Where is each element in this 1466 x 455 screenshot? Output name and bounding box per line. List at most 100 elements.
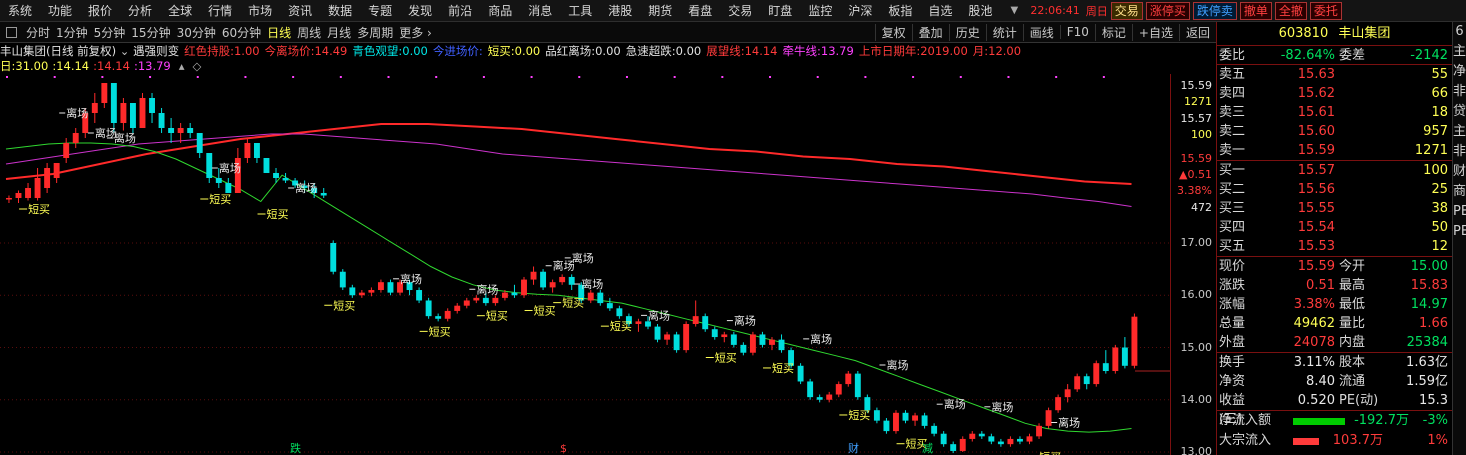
trade-button[interactable]: 涨停买	[1145, 1, 1190, 20]
candle-body	[1064, 389, 1071, 398]
menu-item[interactable]: 分析	[120, 0, 160, 22]
expand-diamond-icon[interactable]: ◇	[193, 59, 202, 73]
menu-item[interactable]: 自选	[920, 0, 960, 22]
period-tab[interactable]: 周线	[294, 24, 324, 41]
side-tab[interactable]: 财	[1453, 162, 1466, 182]
trade-button[interactable]: 跌停卖	[1192, 1, 1237, 20]
period-tab[interactable]: 5分钟	[91, 24, 129, 41]
signal-dot	[912, 76, 915, 78]
candle-body	[749, 334, 756, 353]
menu-item[interactable]: 看盘	[680, 0, 720, 22]
period-tab[interactable]: 分时	[23, 24, 53, 41]
menu-item[interactable]: 期货	[640, 0, 680, 22]
menu-item[interactable]: 股池	[960, 0, 1000, 22]
trade-button[interactable]: 交易	[1110, 1, 1143, 20]
toolbar-action[interactable]: 历史	[948, 23, 986, 41]
side-tab[interactable]: 商	[1453, 182, 1466, 202]
stat-label-2: 今开	[1339, 259, 1366, 274]
period-tab[interactable]: 多周期	[354, 24, 396, 41]
axis-top-bid: 15.57	[1180, 112, 1213, 125]
menu-item[interactable]: 前沿	[440, 0, 480, 22]
trade-button[interactable]: 撤单	[1239, 1, 1272, 20]
menu-item[interactable]: 报价	[80, 0, 120, 22]
indicator-line-1: 丰山集团(日线 前复权) ⌄ 遇强则变 红色持股:1.00 今离场价:14.49 青色…	[0, 44, 1170, 59]
menu-item[interactable]: 系统	[0, 0, 40, 22]
candle-body	[435, 316, 442, 319]
exit-marker-label: 离场	[734, 314, 756, 328]
candle-body	[110, 83, 117, 123]
candle-body	[1074, 376, 1081, 390]
menu-item[interactable]: 行情	[200, 0, 240, 22]
menu-item[interactable]: 发现	[400, 0, 440, 22]
candle-body	[196, 133, 203, 153]
weicha-value: -2142	[1410, 48, 1448, 63]
side-tab[interactable]: 主	[1453, 122, 1466, 142]
menu-item[interactable]: 板指	[880, 0, 920, 22]
menu-item[interactable]: 市场	[240, 0, 280, 22]
menu-item[interactable]: 港股	[600, 0, 640, 22]
menu-overflow-icon[interactable]: ▼	[1004, 5, 1024, 16]
axis-current-vol: 472	[1191, 201, 1212, 214]
candle-body	[44, 168, 51, 188]
toolbar-action[interactable]: 统计	[985, 23, 1023, 41]
period-tab[interactable]: 日线	[264, 24, 294, 41]
trade-button[interactable]: 委托	[1309, 1, 1342, 20]
period-tab[interactable]: 1分钟	[53, 24, 91, 41]
menu-item[interactable]: 全球	[160, 0, 200, 22]
dropdown-icon[interactable]: ⌄	[116, 44, 133, 58]
candle-body	[482, 297, 489, 304]
period-tab[interactable]: 更多 ›	[396, 24, 435, 41]
menu-item[interactable]: 盯盘	[760, 0, 800, 22]
toolbar-action[interactable]: F10	[1059, 25, 1095, 39]
stat-value: 0.520	[1297, 393, 1335, 408]
toolbar-action[interactable]: 复权	[874, 23, 912, 41]
axis-quote-stack: 15.59 1271 15.57 100 15.59 ▲0.51 3.38% 4…	[1171, 74, 1216, 219]
signal-label: 展望线:	[706, 44, 745, 58]
side-tab[interactable]: 6	[1453, 22, 1466, 42]
candle-body	[168, 128, 175, 133]
ask-label: 卖四	[1219, 86, 1246, 101]
menu-item[interactable]: 监控	[800, 0, 840, 22]
flow-label: 净流入额	[1219, 413, 1272, 428]
period-tab[interactable]: 月线	[324, 24, 354, 41]
indicator-select[interactable]: ⌄ 遇强则变	[116, 44, 179, 58]
toolbar-square-icon[interactable]	[6, 26, 17, 38]
collapse-arrow-icon[interactable]: ▴	[179, 59, 185, 73]
side-tab[interactable]: 贷	[1453, 102, 1466, 122]
indicator-signal: 急速超跌:0.00	[626, 44, 701, 58]
candle-body	[473, 297, 480, 301]
toolbar-action[interactable]: +自选	[1131, 23, 1179, 41]
toolbar-action[interactable]: 画线	[1022, 23, 1060, 41]
menu-item[interactable]: 交易	[720, 0, 760, 22]
side-tab[interactable]: 净	[1453, 62, 1466, 82]
menu-item[interactable]: 消息	[520, 0, 560, 22]
period-tab[interactable]: 30分钟	[174, 24, 219, 41]
menu-item[interactable]: 专题	[360, 0, 400, 22]
side-tab[interactable]: 非	[1453, 142, 1466, 162]
kline-chart-svg[interactable]: 短买短买短买短买短买短买短买短买短买短买短买短买短买短买短买离场离场离场离场离场…	[0, 74, 1170, 455]
menu-item[interactable]: 功能	[40, 0, 80, 22]
stat-label: 现价	[1219, 259, 1246, 274]
menu-item[interactable]: 沪深	[840, 0, 880, 22]
side-tab[interactable]: 主	[1453, 42, 1466, 62]
toolbar-action[interactable]: 返回	[1178, 23, 1216, 41]
indicator-name[interactable]: 遇强则变	[133, 44, 179, 58]
flow-label: 大宗流入	[1219, 433, 1272, 448]
side-tab[interactable]: PE	[1453, 202, 1466, 222]
period-tab[interactable]: 15分钟	[128, 24, 173, 41]
signal-dot	[530, 76, 533, 78]
period-tab[interactable]: 60分钟	[219, 24, 264, 41]
menu-item[interactable]: 数据	[320, 0, 360, 22]
exit-marker-label: 离场	[400, 272, 422, 286]
axis-current-pct: 3.38%	[1177, 184, 1212, 197]
side-tab[interactable]: 非	[1453, 82, 1466, 102]
menu-item[interactable]: 商品	[480, 0, 520, 22]
menu-item[interactable]: 资讯	[280, 0, 320, 22]
kline-chart[interactable]: 短买短买短买短买短买短买短买短买短买短买短买短买短买短买短买离场离场离场离场离场…	[0, 74, 1170, 455]
side-tab[interactable]: PE	[1453, 222, 1466, 242]
menu-item[interactable]: 工具	[560, 0, 600, 22]
signal-dot	[339, 76, 342, 78]
toolbar-action[interactable]: 标记	[1094, 23, 1132, 41]
trade-button[interactable]: 全撤	[1274, 1, 1307, 20]
toolbar-action[interactable]: 叠加	[911, 23, 949, 41]
